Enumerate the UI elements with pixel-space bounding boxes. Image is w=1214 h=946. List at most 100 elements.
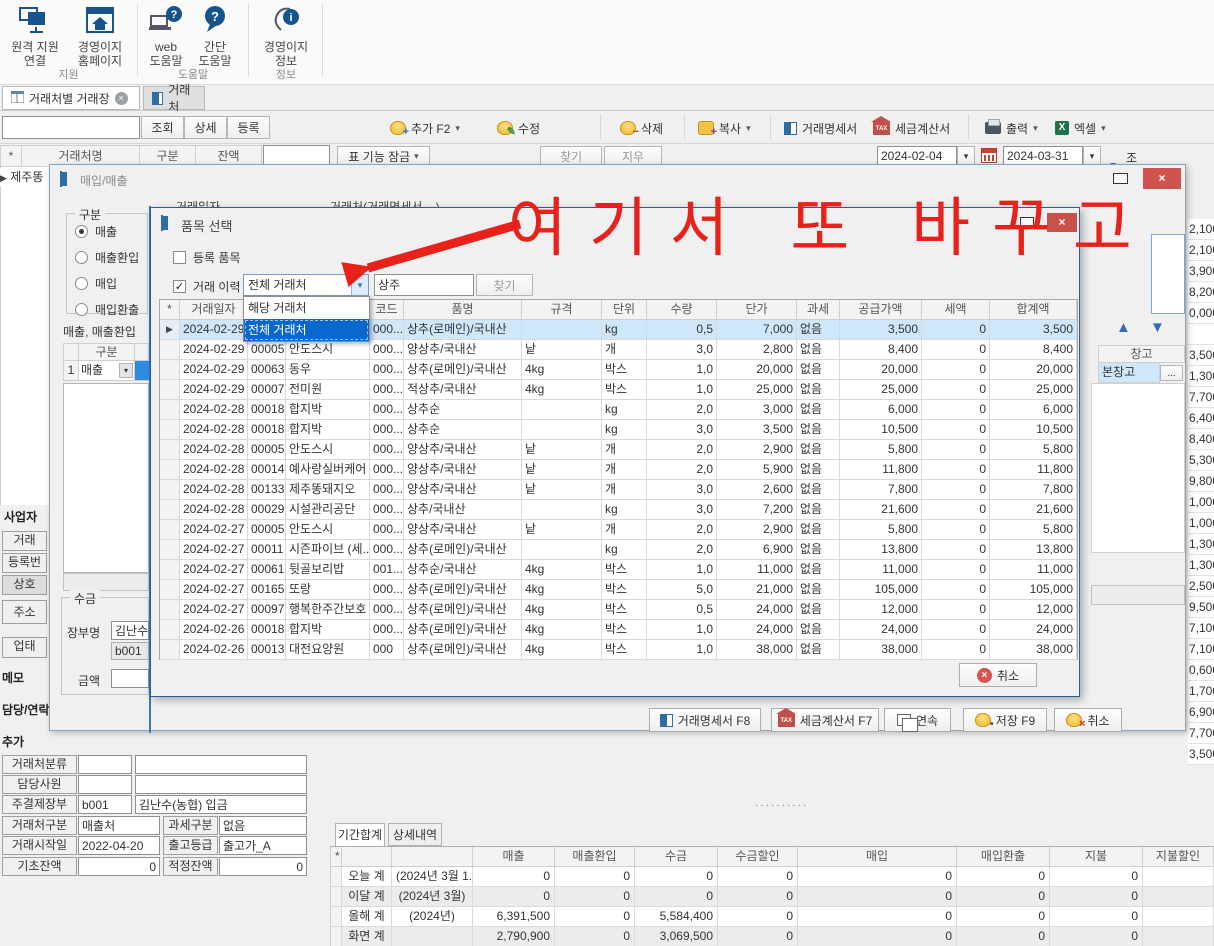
easy-info-button[interactable]: i 경영이지정보	[256, 4, 316, 68]
summary-row[interactable]: 올해 계(2024년) 6,391,5000 5,584,4000 00 0	[330, 907, 1214, 927]
item-select-dialog: 품목 선택 × 등록 품목 ✓거래 이력 전체 거래처▾ 상주 찾기 *거래일자…	[150, 207, 1080, 697]
book-input[interactable]: 김난수	[111, 621, 149, 640]
continuous-button[interactable]: 연속	[884, 708, 951, 732]
query-button[interactable]: 조회	[141, 116, 184, 139]
remote-support-button[interactable]: 원격 지원연결	[6, 4, 64, 68]
item-row[interactable]: 2024-02-2900063동우 000...상추(로메인)/국내산4kg 박…	[160, 360, 1077, 380]
detail-button[interactable]: 상세	[184, 116, 227, 139]
register-button[interactable]: 등록	[227, 116, 270, 139]
item-row[interactable]: 2024-02-2700165또랑 000...상추(로메인)/국내산4kg 박…	[160, 580, 1077, 600]
amount-input[interactable]	[111, 669, 149, 688]
item-row[interactable]: 2024-02-2800029시설관리공단 000...상추/국내산 kg3,0…	[160, 500, 1077, 520]
summary-row[interactable]: 화면 계 2,790,9000 3,069,5000 00 0	[330, 927, 1214, 946]
item-row[interactable]: 2024-02-2800005안도스시 000...양상추/국내산낱 개2,0 …	[160, 440, 1077, 460]
opening-balance-input[interactable]: 0	[78, 857, 160, 876]
customer-side-button[interactable]: 거래	[2, 531, 47, 551]
radio-icon	[75, 277, 88, 290]
print-button[interactable]: 출력▾	[985, 117, 1038, 139]
radio-purchase[interactable]: 매입	[75, 275, 117, 292]
tax-invoice-f7-button[interactable]: TAX세금계산서 F7	[771, 708, 879, 732]
annotation-arrow	[330, 212, 525, 290]
customer-class-input[interactable]	[135, 755, 307, 774]
edit-icon: ✎	[497, 121, 513, 135]
ship-grade-input[interactable]: 출고가_A	[219, 836, 307, 855]
background-cell: 1,300	[1188, 366, 1214, 387]
sales-lines-area[interactable]	[63, 383, 149, 573]
homepage-button[interactable]: 경영이지홈페이지	[70, 4, 130, 68]
background-cell: 1,700	[1188, 681, 1214, 702]
address-side-button[interactable]: 주소	[2, 600, 47, 624]
item-row[interactable]: 2024-02-2700011시즌파이브 (세... 000...상추(로메인)…	[160, 540, 1077, 560]
warehouse-cell[interactable]: 본창고	[1098, 363, 1160, 383]
field-label: 담당사원	[2, 775, 77, 794]
radio-sales-return[interactable]: 매출환입	[75, 249, 139, 266]
customer-search-input[interactable]	[2, 116, 140, 139]
item-cancel-button[interactable]: ×취소	[959, 663, 1037, 687]
sales-type-cell[interactable]: 매출▾	[79, 361, 135, 381]
start-date-input[interactable]: 2022-04-20	[78, 836, 160, 855]
item-row[interactable]: 2024-02-2900005안도스시 000...양상추/국내산낱 개3,0 …	[160, 340, 1077, 360]
item-row[interactable]: 2024-02-2700097행복한주간보호 000...상추(로메인)/국내산…	[160, 600, 1077, 620]
sales-dialog-titlebar[interactable]: 매입/매출 ×	[50, 165, 1185, 191]
tab-detail-history[interactable]: 상세내역	[388, 823, 442, 846]
staff-code-input[interactable]	[78, 775, 132, 794]
quick-help-button[interactable]: ? 간단도움말	[192, 4, 238, 68]
regno-side-button[interactable]: 등록번	[2, 553, 47, 573]
restore-icon[interactable]	[1113, 173, 1128, 184]
statement-f8-button[interactable]: 거래명세서 F8	[649, 708, 761, 732]
save-f9-button[interactable]: ▪저장 F9	[963, 708, 1047, 732]
cancel-button[interactable]: ×취소	[1054, 708, 1122, 732]
calendar-icon[interactable]	[981, 148, 997, 163]
staff-input[interactable]	[135, 775, 307, 794]
splitter-handle[interactable]: ··········	[755, 800, 808, 811]
summary-row[interactable]: 오늘 계(2024년 3월 1... 00 00 00 0	[330, 867, 1214, 887]
excel-button[interactable]: X엑셀▾	[1055, 117, 1106, 139]
tax-invoice-button[interactable]: TAX세금계산서	[873, 117, 950, 139]
move-down-icon[interactable]: ▼	[1150, 320, 1165, 336]
option-current-customer[interactable]: 해당 거래처	[244, 297, 369, 319]
item-row[interactable]: 2024-02-2600018합지박 000...상추(로메인)/국내산4kg …	[160, 620, 1077, 640]
statement-button[interactable]: 거래명세서	[784, 117, 857, 139]
item-row[interactable]: 2024-02-2800018합지박 000...상추순 kg2,0 3,000…	[160, 400, 1077, 420]
tax-type-input[interactable]: 없음	[219, 816, 307, 835]
warehouse-more-button[interactable]: ...	[1160, 365, 1183, 381]
summary-header: * 매출 매출환입 수금 수금할인 매입 매입환출 지불 지불할인	[330, 847, 1214, 867]
delete-button[interactable]: −삭제	[620, 117, 663, 139]
ledger-code-input[interactable]: b001	[78, 795, 132, 814]
biztype-side-button[interactable]: 업태	[2, 637, 47, 658]
summary-row[interactable]: 이달 계(2024년 3월) 00 00 00 0	[330, 887, 1214, 907]
toolbar-separator	[600, 114, 601, 140]
target-balance-input[interactable]: 0	[219, 857, 307, 876]
item-row[interactable]: 2024-02-2800014예사랑실버케어 000...양상추/국내산낱 개2…	[160, 460, 1077, 480]
ledger-name-input[interactable]: 김난수(농협) 입금	[135, 795, 307, 814]
copy-button[interactable]: +복사▾	[698, 117, 751, 139]
radio-purchase-return[interactable]: 매입환출	[75, 301, 139, 318]
svg-text:i: i	[289, 12, 292, 24]
registered-items-checkbox[interactable]: 등록 품목	[173, 249, 241, 266]
item-row[interactable]: 2024-02-2600013대전요양원 000상추(로메인)/국내산4kg 박…	[160, 640, 1077, 660]
item-row[interactable]: 2024-02-2700061뒷골보리밥 001...상추순/국내산4kg 박스…	[160, 560, 1077, 580]
option-all-customers[interactable]: 전체 거래처	[244, 319, 369, 341]
warehouse-header[interactable]: 창고	[1098, 345, 1185, 363]
tab-period-total[interactable]: 기간합계	[335, 823, 385, 847]
ribbon-group-help: 도움말	[138, 66, 248, 82]
background-cell: 7,700	[1188, 387, 1214, 408]
customer-class-code-input[interactable]	[78, 755, 132, 774]
tab-customer[interactable]: 거래처	[143, 86, 205, 110]
customer-type-input[interactable]: 매출처	[78, 816, 160, 835]
edit-button[interactable]: ✎수정	[497, 117, 540, 139]
web-help-button[interactable]: ? web도움말	[144, 4, 188, 68]
item-row[interactable]: 2024-02-2900007전미원 000...적상추/국내산4kg 박스1,…	[160, 380, 1077, 400]
item-row[interactable]: 2024-02-2800018합지박 000...상추순 kg3,0 3,500…	[160, 420, 1077, 440]
item-row[interactable]: 2024-02-2700005안도스시 000...양상추/국내산낱 개2,0 …	[160, 520, 1077, 540]
tradename-side-button[interactable]: 상호	[2, 575, 47, 595]
move-up-icon[interactable]: ▲	[1116, 320, 1131, 336]
close-icon[interactable]: ×	[1143, 168, 1181, 189]
tab-close-icon[interactable]: ×	[115, 92, 128, 105]
trade-history-checkbox[interactable]: ✓거래 이력	[173, 278, 241, 295]
tab-ledger-by-customer[interactable]: 거래처별 거래장 ×	[2, 86, 140, 110]
item-row[interactable]: 2024-02-2800133제주똥돼지오 000...양상추/국내산낱 개3,…	[160, 480, 1077, 500]
radio-sales[interactable]: 매출	[75, 223, 117, 240]
customer-row[interactable]: ▶ 제주똥	[0, 168, 49, 186]
add-button[interactable]: +추가 F2▾	[390, 117, 460, 139]
